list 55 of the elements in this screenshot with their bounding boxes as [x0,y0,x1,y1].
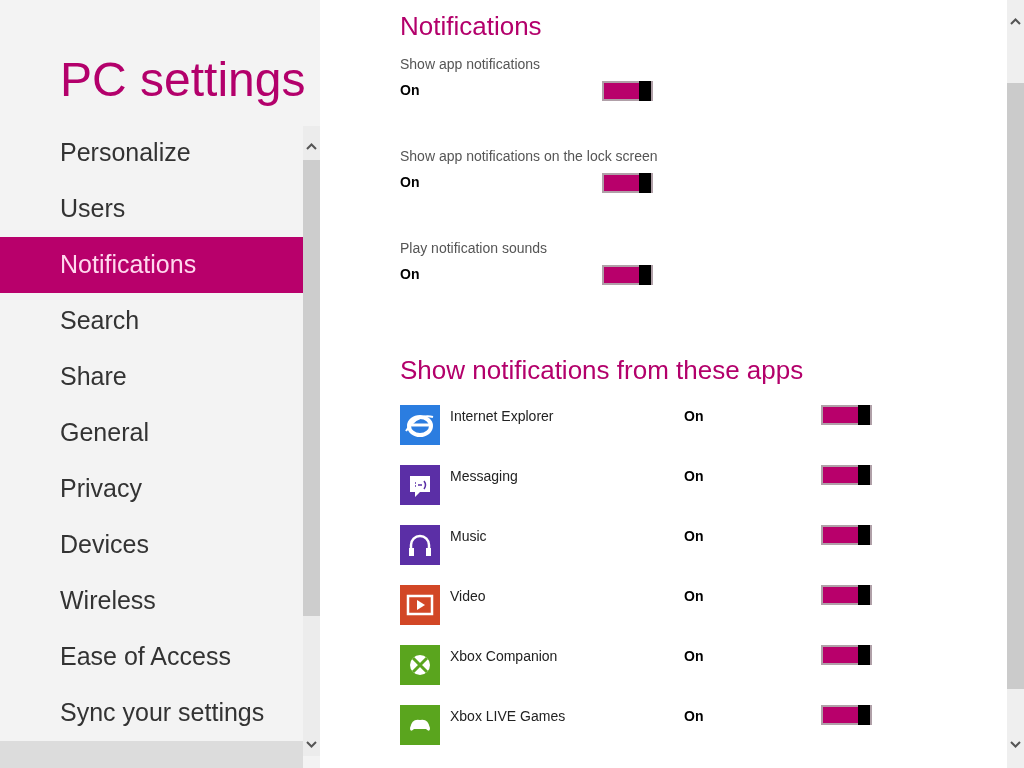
app-setting-value: On [684,467,705,486]
toggle-switch[interactable] [821,525,872,545]
setting-label: Show app notifications on the lock screen [400,147,659,166]
scrollbar-thumb[interactable] [1007,83,1024,689]
scrollbar-thumb[interactable] [303,160,320,616]
app-setting-value: On [684,587,705,606]
toggle-switch[interactable] [821,465,872,485]
setting-value: On [400,173,421,192]
app-name: Video [450,587,487,606]
app-name: Music [450,527,488,546]
app-name: Internet Explorer [450,407,555,426]
setting-value: On [400,81,421,100]
sidebar-item[interactable]: Privacy [0,461,303,517]
toggle-switch[interactable] [821,645,872,665]
sidebar-item[interactable]: Share [0,349,303,405]
toggle-switch[interactable] [821,585,872,605]
app-icon [400,465,440,505]
setting-label: Show app notifications [400,55,542,74]
app-name: Messaging [450,467,519,486]
app-name: Xbox LIVE Games [450,707,567,726]
app-icon [400,525,440,565]
section-heading: Show notifications from these apps [400,354,804,387]
sidebar-item[interactable]: Sync your settings [0,685,303,741]
scrollbar[interactable] [303,126,320,756]
sidebar-item[interactable]: Personalize [0,125,303,181]
sidebar-item[interactable]: Ease of Access [0,629,303,685]
sidebar-item[interactable]: Search [0,293,303,349]
toggle-switch[interactable] [821,405,872,425]
toggle-switch[interactable] [602,264,653,285]
app-icon [400,645,440,685]
app-icon [400,705,440,745]
toggle-switch[interactable] [602,80,653,101]
sidebar-item[interactable]: Users [0,181,303,237]
sidebar-item[interactable]: Notifications [0,237,303,293]
setting-label: Play notification sounds [400,239,549,258]
chevron-up-icon[interactable] [306,143,317,150]
app-setting-value: On [684,707,705,726]
sidebar-item[interactable]: General [0,405,303,461]
app-setting-value: On [684,407,705,426]
setting-value: On [400,265,421,284]
scrollbar[interactable] [1007,0,1024,768]
app-setting-value: On [684,647,705,666]
page-title: PC settings [60,52,306,108]
sidebar-item[interactable]: Wireless [0,573,303,629]
app-setting-value: On [684,527,705,546]
app-name: Xbox Companion [450,647,559,666]
chevron-up-icon[interactable] [1010,18,1021,25]
chevron-down-icon[interactable] [306,741,317,748]
app-icon [400,585,440,625]
toggle-switch[interactable] [821,705,872,725]
toggle-switch[interactable] [602,172,653,193]
section-heading: Notifications [400,10,542,43]
sidebar-item[interactable]: Devices [0,517,303,573]
app-icon [400,405,440,445]
chevron-down-icon[interactable] [1010,741,1021,748]
